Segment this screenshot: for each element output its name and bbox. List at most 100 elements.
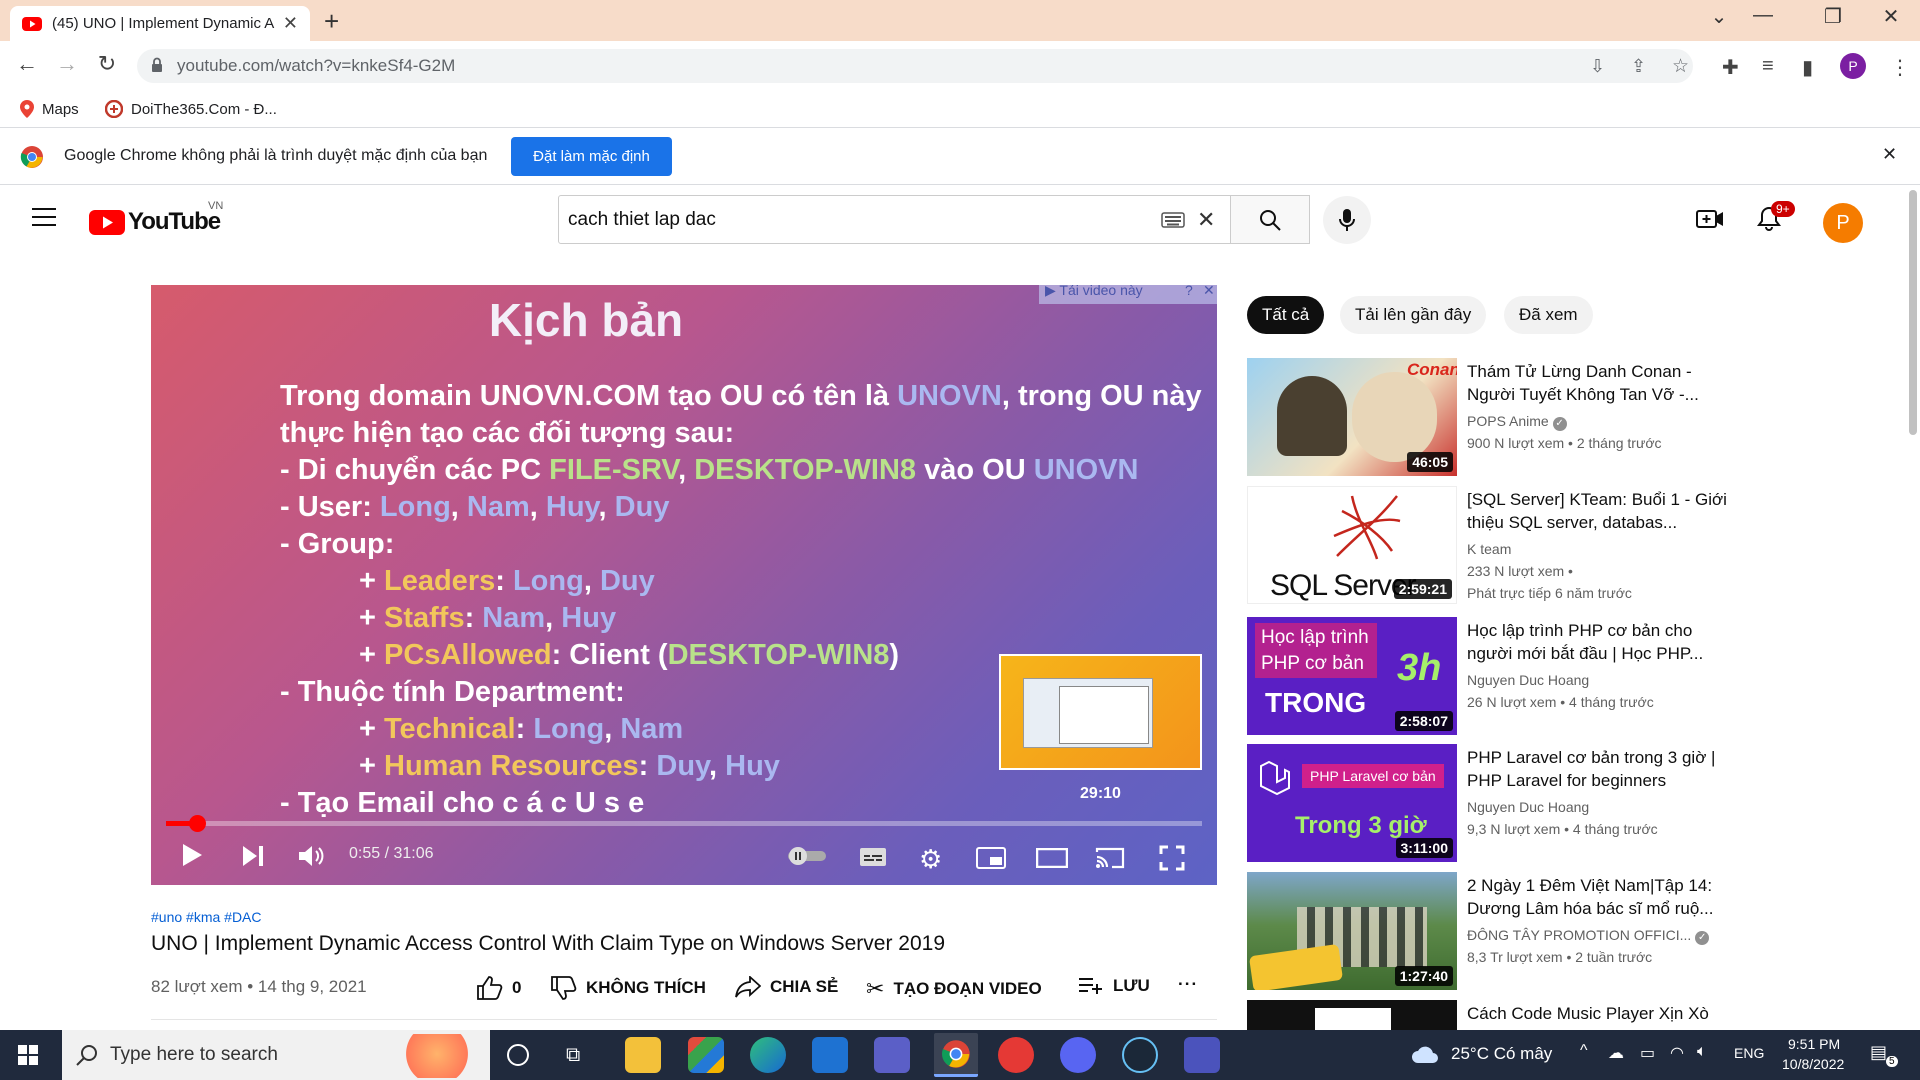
- infobar-close-icon[interactable]: ✕: [1882, 144, 1897, 165]
- recommendation-item[interactable]: Conan 46:05 Thám Tử Lừng Danh Conan - Ng…: [1247, 358, 1727, 478]
- discord-icon[interactable]: [1060, 1037, 1096, 1073]
- bookmark-maps[interactable]: Maps: [20, 100, 79, 118]
- more-actions-button[interactable]: ...: [1178, 970, 1198, 990]
- battery-icon[interactable]: ▭: [1640, 1043, 1655, 1063]
- video-thumbnail[interactable]: SQL Server 2:59:21: [1247, 486, 1457, 604]
- next-video-icon[interactable]: [242, 845, 264, 867]
- zalo-icon[interactable]: [998, 1037, 1034, 1073]
- video-hashtags[interactable]: #uno #kma #DAC: [151, 909, 262, 925]
- video-title[interactable]: Thám Tử Lừng Danh Conan - Người Tuyết Kh…: [1467, 360, 1727, 406]
- speaker-icon[interactable]: 🔈︎: [1697, 1043, 1707, 1061]
- media-control-icon[interactable]: ≡: [1762, 55, 1774, 78]
- windows-start-icon[interactable]: [18, 1045, 38, 1065]
- download-video-overlay[interactable]: ▶ Tải video này ? ✕: [1039, 285, 1217, 304]
- recommendation-item[interactable]: PHP Laravel cơ bản Trong 3 giờ 3:11:00 P…: [1247, 744, 1727, 864]
- miniplayer-icon[interactable]: [976, 847, 1006, 869]
- page-scrollbar[interactable]: [1905, 186, 1920, 1030]
- dislike-button[interactable]: KHÔNG THÍCH: [551, 976, 706, 1000]
- close-window-button[interactable]: ✕: [1868, 4, 1914, 29]
- clock-date[interactable]: 10/8/2022: [1782, 1056, 1844, 1072]
- like-button[interactable]: 0: [477, 976, 521, 1000]
- save-button[interactable]: LƯU: [1078, 976, 1150, 996]
- install-icon[interactable]: ⇩: [1590, 56, 1605, 77]
- voice-search-button[interactable]: [1323, 196, 1371, 244]
- video-thumbnail[interactable]: 1:27:40: [1247, 872, 1457, 990]
- search-input[interactable]: cach thiet lap dac ✕: [558, 195, 1231, 244]
- subtitles-icon[interactable]: [859, 846, 887, 868]
- tab-close-icon[interactable]: ✕: [283, 13, 298, 34]
- address-bar[interactable]: youtube.com/watch?v=knkeSf4-G2M ⇩ ⇪ ☆: [137, 49, 1693, 83]
- clip-button[interactable]: ✂ TẠO ĐOẠN VIDEO: [866, 976, 1042, 1002]
- recommendation-item[interactable]: SQL Server 2:59:21 [SQL Server] KTeam: B…: [1247, 486, 1727, 606]
- cortana-icon[interactable]: [507, 1044, 529, 1066]
- volume-icon[interactable]: [298, 844, 326, 868]
- channel-name[interactable]: Nguyen Duc Hoang: [1467, 799, 1589, 815]
- chip-recent-uploads[interactable]: Tải lên gần đây: [1340, 296, 1487, 334]
- create-video-icon[interactable]: [1696, 208, 1724, 230]
- microsoft-store-icon[interactable]: [688, 1037, 724, 1073]
- keyboard-icon[interactable]: [1161, 212, 1185, 228]
- tray-chevron-icon[interactable]: ^: [1580, 1042, 1588, 1060]
- account-avatar[interactable]: P: [1823, 203, 1863, 243]
- teams-icon[interactable]: [874, 1037, 910, 1073]
- action-center-icon[interactable]: ▤: [1870, 1042, 1887, 1063]
- chip-all[interactable]: Tất cả: [1247, 296, 1325, 334]
- search-button[interactable]: [1231, 195, 1310, 244]
- recommendation-item[interactable]: 1:27:40 2 Ngày 1 Đêm Việt Nam|Tập 14: Dư…: [1247, 872, 1727, 992]
- wifi-icon[interactable]: ◠: [1670, 1043, 1684, 1063]
- clock-time[interactable]: 9:51 PM: [1788, 1036, 1840, 1052]
- video-title[interactable]: 2 Ngày 1 Đêm Việt Nam|Tập 14: Dương Lâm …: [1467, 874, 1727, 920]
- theater-mode-icon[interactable]: [1036, 848, 1068, 868]
- video-title[interactable]: Cách Code Music Player Xịn Xò: [1467, 1002, 1727, 1025]
- steam-icon[interactable]: [1122, 1037, 1158, 1073]
- video-player[interactable]: ▶ Tải video này ? ✕ Kịch bản Trong domai…: [151, 285, 1217, 885]
- video-thumbnail[interactable]: [1247, 1000, 1457, 1030]
- chrome-taskbar-icon[interactable]: [934, 1033, 978, 1077]
- chip-watched[interactable]: Đã xem: [1504, 296, 1593, 334]
- mail-icon[interactable]: [812, 1037, 848, 1073]
- share-icon[interactable]: ⇪: [1631, 56, 1646, 77]
- video-thumbnail[interactable]: Conan 46:05: [1247, 358, 1457, 476]
- play-icon[interactable]: [181, 843, 203, 867]
- set-default-button[interactable]: Đặt làm mặc định: [511, 137, 672, 176]
- video-title[interactable]: PHP Laravel cơ bản trong 3 giờ | PHP Lar…: [1467, 746, 1727, 792]
- recommendation-item[interactable]: Cách Code Music Player Xịn Xò: [1247, 1000, 1727, 1030]
- autoplay-toggle[interactable]: [786, 846, 828, 866]
- recommendation-item[interactable]: Học lập trình PHP cơ bản 3h TRONG 2:58:0…: [1247, 617, 1727, 737]
- video-thumbnail[interactable]: Học lập trình PHP cơ bản 3h TRONG 2:58:0…: [1247, 617, 1457, 735]
- bookmark-doithe365[interactable]: DoiThe365.Com - Đ...: [105, 100, 277, 118]
- maximize-button[interactable]: ❐: [1810, 4, 1856, 29]
- teams-chat-icon[interactable]: [1184, 1037, 1220, 1073]
- input-language[interactable]: ENG: [1734, 1045, 1764, 1061]
- progress-bar[interactable]: [166, 815, 1202, 832]
- hamburger-menu-icon[interactable]: [32, 207, 56, 227]
- video-title[interactable]: [SQL Server] KTeam: Buổi 1 - Giới thiệu …: [1467, 488, 1727, 534]
- side-panel-icon[interactable]: ▮: [1802, 55, 1813, 80]
- youtube-logo[interactable]: YouTube: [89, 208, 221, 236]
- extensions-icon[interactable]: ✚: [1722, 55, 1739, 80]
- new-tab-button[interactable]: +: [324, 6, 339, 37]
- forward-button[interactable]: →: [52, 51, 82, 77]
- overlay-help-icon[interactable]: ?: [1185, 285, 1193, 298]
- overlay-close-icon[interactable]: ✕: [1203, 285, 1215, 299]
- scrollbar-thumb[interactable]: [1909, 190, 1917, 435]
- channel-name[interactable]: K team: [1467, 541, 1511, 557]
- tab-search-icon[interactable]: ⌄: [1696, 4, 1742, 29]
- video-thumbnail[interactable]: PHP Laravel cơ bản Trong 3 giờ 3:11:00: [1247, 744, 1457, 862]
- share-button[interactable]: CHIA SẺ: [735, 976, 838, 998]
- taskbar-search-input[interactable]: Type here to search: [62, 1030, 490, 1080]
- progress-scrubber[interactable]: [189, 815, 206, 832]
- back-button[interactable]: ←: [12, 51, 42, 77]
- profile-avatar[interactable]: P: [1840, 53, 1866, 79]
- settings-gear-icon[interactable]: ⚙: [919, 844, 942, 875]
- minimize-button[interactable]: —: [1740, 4, 1786, 27]
- cast-icon[interactable]: [1094, 846, 1126, 870]
- weather-text[interactable]: 25°C Có mây: [1451, 1044, 1552, 1064]
- channel-name[interactable]: POPS Anime ✓: [1467, 413, 1567, 431]
- bookmark-star-icon[interactable]: ☆: [1672, 55, 1689, 78]
- menu-kebab-icon[interactable]: ⋮: [1890, 55, 1910, 80]
- channel-name[interactable]: Nguyen Duc Hoang: [1467, 672, 1589, 688]
- edge-browser-icon[interactable]: [750, 1037, 786, 1073]
- task-view-icon[interactable]: ⧉: [566, 1044, 580, 1067]
- channel-name[interactable]: ĐÔNG TÂY PROMOTION OFFICI... ✓: [1467, 927, 1710, 945]
